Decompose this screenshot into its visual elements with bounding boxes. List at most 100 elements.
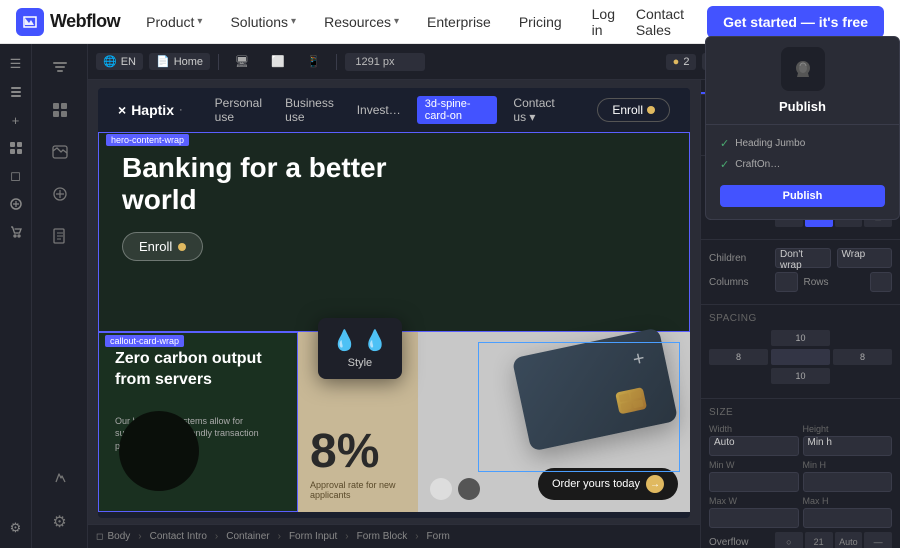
toolbar-viewport-desktop[interactable]: 🖥: [227, 53, 257, 70]
panel-pages[interactable]: [42, 220, 78, 256]
nav-contact-sales[interactable]: Contact Sales: [632, 0, 695, 44]
body-icon: ◻: [96, 531, 103, 542]
rows-input[interactable]: [870, 272, 893, 292]
max-w-label: Max W: [709, 496, 799, 506]
spacing-right[interactable]: 8: [833, 349, 892, 365]
min-w-input[interactable]: [709, 472, 799, 492]
bc-body[interactable]: ◻ Body: [96, 531, 130, 542]
panel-interactions[interactable]: [42, 462, 78, 498]
percent-number: 8%: [310, 428, 406, 476]
second-sidebar: ⚙: [32, 44, 88, 548]
overflow-btn-1[interactable]: ○: [775, 532, 803, 548]
check-icon-1: ✓: [720, 137, 729, 150]
sidebar-ecomm-icon[interactable]: [4, 220, 28, 244]
rp-children-section: Children Don't wrap Wrap Columns Rows: [701, 240, 900, 305]
sidebar-add-icon[interactable]: +: [4, 108, 28, 132]
nav-item-solutions[interactable]: Solutions ▾: [220, 8, 306, 36]
order-arrow-icon: →: [646, 475, 664, 493]
site-nav-links: Personal use Business use Invest… 3d-spi…: [215, 96, 566, 124]
children-label: Children: [709, 253, 769, 264]
sidebar-assets-icon[interactable]: ◻: [4, 164, 28, 188]
sidebar-layers-icon[interactable]: [4, 80, 28, 104]
overflow-btn-3[interactable]: Auto: [835, 532, 863, 548]
spacing-bottom[interactable]: 10: [771, 368, 830, 384]
size-width: Width Auto: [709, 424, 799, 456]
toolbar-sep2: [336, 54, 337, 70]
overflow-btn-2[interactable]: 21: [805, 532, 833, 548]
panel-components[interactable]: [42, 94, 78, 130]
size-row-maxmax: Max W Max H: [709, 496, 892, 528]
toolbar-viewport-tablet[interactable]: ⬜: [263, 53, 293, 70]
credit-card-chip: [615, 387, 647, 414]
toolbar-lang-badge[interactable]: 🌐 EN: [96, 53, 143, 70]
bc-container[interactable]: Container: [226, 531, 269, 542]
size-row-minmax: Min W Min H: [709, 460, 892, 492]
site-nav-business: Business use: [285, 96, 341, 124]
panel-cms[interactable]: [42, 178, 78, 214]
panel-assets[interactable]: [42, 136, 78, 172]
sidebar-components-icon[interactable]: [4, 136, 28, 160]
nav-item-product[interactable]: Product ▾: [136, 8, 212, 36]
active-nav-badge: 3d-spine-card-on: [417, 96, 498, 124]
children-input[interactable]: Don't wrap: [775, 248, 831, 268]
rp-children-row: Children Don't wrap Wrap: [709, 248, 892, 268]
size-max-h: Max H: [803, 496, 893, 528]
toolbar-page-badge[interactable]: 📄 Home: [149, 53, 210, 70]
nav-logo[interactable]: Webflow: [16, 8, 120, 36]
spacing-top[interactable]: 10: [771, 330, 830, 346]
canvas-area[interactable]: × Haptix · Personal use Business use Inv…: [88, 80, 700, 548]
hero-enroll-btn[interactable]: Enroll: [122, 232, 203, 261]
width-input[interactable]: Auto: [709, 436, 799, 456]
nav-login[interactable]: Log in: [588, 0, 620, 44]
cta-button[interactable]: Get started — it's free: [707, 6, 884, 38]
site-nav-contact: Contact us ▾: [513, 96, 565, 124]
style-tooltip[interactable]: 💧 💧 Style: [318, 318, 402, 379]
bc-form[interactable]: Form: [427, 531, 450, 542]
columns-input[interactable]: [775, 272, 798, 292]
size-row-wh: Width Auto Height Min h: [709, 424, 892, 456]
spacing-left[interactable]: 8: [709, 349, 768, 365]
rp-spacing-section: Spacing 10 8 8 10: [701, 305, 900, 399]
min-h-label: Min H: [803, 460, 893, 470]
size-title: Size: [709, 407, 892, 418]
percent-label: Approval rate for new applicants: [310, 480, 406, 500]
toolbar-viewport-mobile[interactable]: 📱: [299, 53, 329, 70]
site-nav: × Haptix · Personal use Business use Inv…: [98, 88, 690, 132]
wrap-input[interactable]: Wrap: [837, 248, 893, 268]
min-h-input[interactable]: [803, 472, 893, 492]
lang-flag-icon: 🌐: [103, 55, 117, 68]
bc-form-block[interactable]: Form Block: [357, 531, 408, 542]
solutions-chevron-icon: ▾: [291, 16, 296, 27]
circle-light: [430, 478, 452, 500]
height-input[interactable]: Min h: [803, 436, 893, 456]
nav-item-resources[interactable]: Resources ▾: [314, 8, 409, 36]
panel-settings[interactable]: ⚙: [42, 504, 78, 540]
publish-bird-icon: [781, 80, 825, 91]
max-w-input[interactable]: [709, 508, 799, 528]
sidebar-settings-icon[interactable]: ⚙: [4, 516, 28, 540]
size-min-w: Min W: [709, 460, 799, 492]
nav-item-enterprise[interactable]: Enterprise: [417, 8, 501, 36]
check-icon-2: ✓: [720, 158, 729, 171]
spacing-title: Spacing: [709, 313, 892, 324]
publish-popup-content: ✓ Heading Jumbo ✓ CraftOn… Publish: [706, 125, 899, 219]
card-credit: +: [418, 332, 690, 512]
hero-enroll-dot: [178, 243, 186, 251]
toolbar-wrap: 🌐 EN 📄 Home 🖥 ⬜ 📱 1291 px ● 2 Desig: [88, 44, 900, 548]
bc-form-input[interactable]: Form Input: [289, 531, 337, 542]
site-nav-enroll[interactable]: Enroll: [597, 98, 670, 122]
publish-action-row: Publish: [714, 181, 891, 211]
sidebar-menu-icon[interactable]: ☰: [4, 52, 28, 76]
credit-card-visual: +: [512, 327, 678, 451]
max-h-input[interactable]: [803, 508, 893, 528]
height-label: Height: [803, 424, 893, 434]
bc-contact[interactable]: Contact Intro: [150, 531, 207, 542]
drop-icon-1: 💧: [332, 328, 357, 353]
min-w-label: Min W: [709, 460, 799, 470]
publish-action-btn[interactable]: Publish: [720, 185, 885, 207]
overflow-btn-4[interactable]: —: [864, 532, 892, 548]
order-btn[interactable]: Order yours today →: [538, 468, 678, 500]
sidebar-cms-icon[interactable]: [4, 192, 28, 216]
panel-navigator[interactable]: [42, 52, 78, 88]
nav-item-pricing[interactable]: Pricing: [509, 8, 572, 36]
